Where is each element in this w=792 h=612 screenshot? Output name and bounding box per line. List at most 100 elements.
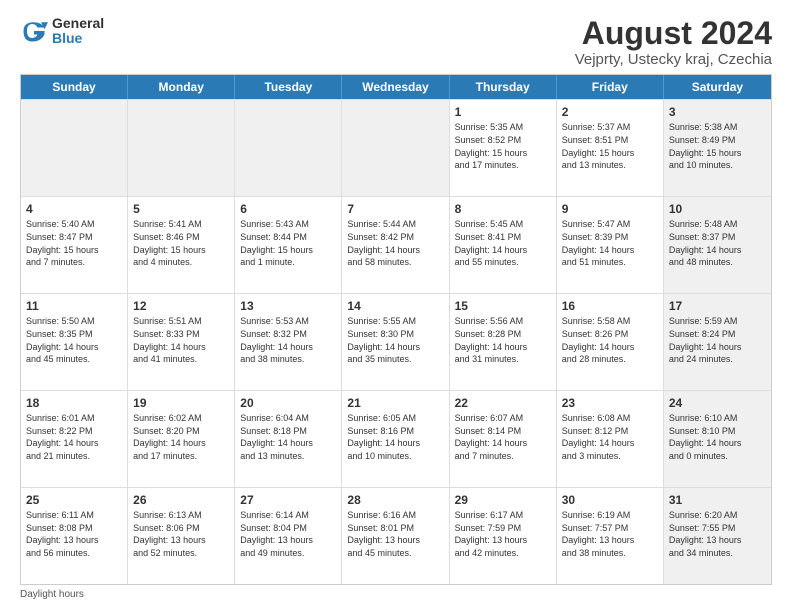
calendar-week-5: 25Sunrise: 6:11 AM Sunset: 8:08 PM Dayli… xyxy=(21,487,771,584)
day-number: 9 xyxy=(562,201,658,217)
calendar-day-24: 24Sunrise: 6:10 AM Sunset: 8:10 PM Dayli… xyxy=(664,391,771,487)
calendar-day-28: 28Sunrise: 6:16 AM Sunset: 8:01 PM Dayli… xyxy=(342,488,449,584)
calendar-day-17: 17Sunrise: 5:59 AM Sunset: 8:24 PM Dayli… xyxy=(664,294,771,390)
day-number: 25 xyxy=(26,492,122,508)
day-header-tuesday: Tuesday xyxy=(235,75,342,99)
day-number: 20 xyxy=(240,395,336,411)
calendar-body: 1Sunrise: 5:35 AM Sunset: 8:52 PM Daylig… xyxy=(21,99,771,584)
day-info: Sunrise: 6:01 AM Sunset: 8:22 PM Dayligh… xyxy=(26,412,122,462)
calendar-week-2: 4Sunrise: 5:40 AM Sunset: 8:47 PM Daylig… xyxy=(21,196,771,293)
day-number: 3 xyxy=(669,104,766,120)
day-header-sunday: Sunday xyxy=(21,75,128,99)
calendar-day-19: 19Sunrise: 6:02 AM Sunset: 8:20 PM Dayli… xyxy=(128,391,235,487)
title-block: August 2024 Vejprty, Ustecky kraj, Czech… xyxy=(575,16,772,68)
calendar-day-4: 4Sunrise: 5:40 AM Sunset: 8:47 PM Daylig… xyxy=(21,197,128,293)
calendar-empty-cell xyxy=(235,100,342,196)
calendar-day-25: 25Sunrise: 6:11 AM Sunset: 8:08 PM Dayli… xyxy=(21,488,128,584)
calendar-day-7: 7Sunrise: 5:44 AM Sunset: 8:42 PM Daylig… xyxy=(342,197,449,293)
day-number: 12 xyxy=(133,298,229,314)
day-info: Sunrise: 6:11 AM Sunset: 8:08 PM Dayligh… xyxy=(26,509,122,559)
main-title: August 2024 xyxy=(575,16,772,51)
day-number: 15 xyxy=(455,298,551,314)
day-info: Sunrise: 5:56 AM Sunset: 8:28 PM Dayligh… xyxy=(455,315,551,365)
calendar-empty-cell xyxy=(21,100,128,196)
day-info: Sunrise: 6:19 AM Sunset: 7:57 PM Dayligh… xyxy=(562,509,658,559)
calendar-empty-cell xyxy=(342,100,449,196)
calendar-day-12: 12Sunrise: 5:51 AM Sunset: 8:33 PM Dayli… xyxy=(128,294,235,390)
calendar-day-15: 15Sunrise: 5:56 AM Sunset: 8:28 PM Dayli… xyxy=(450,294,557,390)
day-info: Sunrise: 6:02 AM Sunset: 8:20 PM Dayligh… xyxy=(133,412,229,462)
day-info: Sunrise: 5:40 AM Sunset: 8:47 PM Dayligh… xyxy=(26,218,122,268)
calendar-week-4: 18Sunrise: 6:01 AM Sunset: 8:22 PM Dayli… xyxy=(21,390,771,487)
calendar-day-29: 29Sunrise: 6:17 AM Sunset: 7:59 PM Dayli… xyxy=(450,488,557,584)
calendar-day-1: 1Sunrise: 5:35 AM Sunset: 8:52 PM Daylig… xyxy=(450,100,557,196)
day-info: Sunrise: 5:37 AM Sunset: 8:51 PM Dayligh… xyxy=(562,121,658,171)
day-number: 21 xyxy=(347,395,443,411)
footer-note: Daylight hours xyxy=(20,589,772,600)
day-info: Sunrise: 6:16 AM Sunset: 8:01 PM Dayligh… xyxy=(347,509,443,559)
calendar-day-31: 31Sunrise: 6:20 AM Sunset: 7:55 PM Dayli… xyxy=(664,488,771,584)
day-info: Sunrise: 5:44 AM Sunset: 8:42 PM Dayligh… xyxy=(347,218,443,268)
calendar-day-8: 8Sunrise: 5:45 AM Sunset: 8:41 PM Daylig… xyxy=(450,197,557,293)
day-number: 30 xyxy=(562,492,658,508)
day-number: 7 xyxy=(347,201,443,217)
day-header-wednesday: Wednesday xyxy=(342,75,449,99)
day-info: Sunrise: 5:41 AM Sunset: 8:46 PM Dayligh… xyxy=(133,218,229,268)
day-info: Sunrise: 5:45 AM Sunset: 8:41 PM Dayligh… xyxy=(455,218,551,268)
day-number: 14 xyxy=(347,298,443,314)
logo-line2: Blue xyxy=(52,31,104,46)
calendar-week-3: 11Sunrise: 5:50 AM Sunset: 8:35 PM Dayli… xyxy=(21,293,771,390)
day-number: 23 xyxy=(562,395,658,411)
day-number: 10 xyxy=(669,201,766,217)
day-info: Sunrise: 6:14 AM Sunset: 8:04 PM Dayligh… xyxy=(240,509,336,559)
day-info: Sunrise: 5:47 AM Sunset: 8:39 PM Dayligh… xyxy=(562,218,658,268)
day-number: 26 xyxy=(133,492,229,508)
calendar-day-18: 18Sunrise: 6:01 AM Sunset: 8:22 PM Dayli… xyxy=(21,391,128,487)
day-info: Sunrise: 5:53 AM Sunset: 8:32 PM Dayligh… xyxy=(240,315,336,365)
day-header-friday: Friday xyxy=(557,75,664,99)
calendar-day-9: 9Sunrise: 5:47 AM Sunset: 8:39 PM Daylig… xyxy=(557,197,664,293)
calendar-header: SundayMondayTuesdayWednesdayThursdayFrid… xyxy=(21,75,771,99)
day-number: 2 xyxy=(562,104,658,120)
day-number: 29 xyxy=(455,492,551,508)
calendar-day-11: 11Sunrise: 5:50 AM Sunset: 8:35 PM Dayli… xyxy=(21,294,128,390)
day-info: Sunrise: 6:20 AM Sunset: 7:55 PM Dayligh… xyxy=(669,509,766,559)
logo: General Blue xyxy=(20,16,104,47)
day-number: 1 xyxy=(455,104,551,120)
day-info: Sunrise: 5:50 AM Sunset: 8:35 PM Dayligh… xyxy=(26,315,122,365)
logo-line1: General xyxy=(52,16,104,31)
calendar-day-20: 20Sunrise: 6:04 AM Sunset: 8:18 PM Dayli… xyxy=(235,391,342,487)
day-number: 17 xyxy=(669,298,766,314)
day-number: 4 xyxy=(26,201,122,217)
day-number: 19 xyxy=(133,395,229,411)
calendar-day-26: 26Sunrise: 6:13 AM Sunset: 8:06 PM Dayli… xyxy=(128,488,235,584)
calendar-empty-cell xyxy=(128,100,235,196)
calendar: SundayMondayTuesdayWednesdayThursdayFrid… xyxy=(20,74,772,585)
day-info: Sunrise: 6:13 AM Sunset: 8:06 PM Dayligh… xyxy=(133,509,229,559)
calendar-day-14: 14Sunrise: 5:55 AM Sunset: 8:30 PM Dayli… xyxy=(342,294,449,390)
day-number: 27 xyxy=(240,492,336,508)
day-header-saturday: Saturday xyxy=(664,75,771,99)
day-number: 22 xyxy=(455,395,551,411)
day-info: Sunrise: 5:38 AM Sunset: 8:49 PM Dayligh… xyxy=(669,121,766,171)
subtitle: Vejprty, Ustecky kraj, Czechia xyxy=(575,51,772,68)
day-number: 6 xyxy=(240,201,336,217)
calendar-day-21: 21Sunrise: 6:05 AM Sunset: 8:16 PM Dayli… xyxy=(342,391,449,487)
day-header-thursday: Thursday xyxy=(450,75,557,99)
calendar-day-2: 2Sunrise: 5:37 AM Sunset: 8:51 PM Daylig… xyxy=(557,100,664,196)
day-header-monday: Monday xyxy=(128,75,235,99)
day-info: Sunrise: 6:10 AM Sunset: 8:10 PM Dayligh… xyxy=(669,412,766,462)
day-info: Sunrise: 5:58 AM Sunset: 8:26 PM Dayligh… xyxy=(562,315,658,365)
day-number: 28 xyxy=(347,492,443,508)
day-number: 18 xyxy=(26,395,122,411)
calendar-day-3: 3Sunrise: 5:38 AM Sunset: 8:49 PM Daylig… xyxy=(664,100,771,196)
day-number: 13 xyxy=(240,298,336,314)
day-number: 5 xyxy=(133,201,229,217)
day-number: 8 xyxy=(455,201,551,217)
day-info: Sunrise: 6:04 AM Sunset: 8:18 PM Dayligh… xyxy=(240,412,336,462)
day-info: Sunrise: 5:55 AM Sunset: 8:30 PM Dayligh… xyxy=(347,315,443,365)
calendar-day-23: 23Sunrise: 6:08 AM Sunset: 8:12 PM Dayli… xyxy=(557,391,664,487)
logo-text: General Blue xyxy=(52,16,104,47)
day-number: 11 xyxy=(26,298,122,314)
calendar-day-5: 5Sunrise: 5:41 AM Sunset: 8:46 PM Daylig… xyxy=(128,197,235,293)
